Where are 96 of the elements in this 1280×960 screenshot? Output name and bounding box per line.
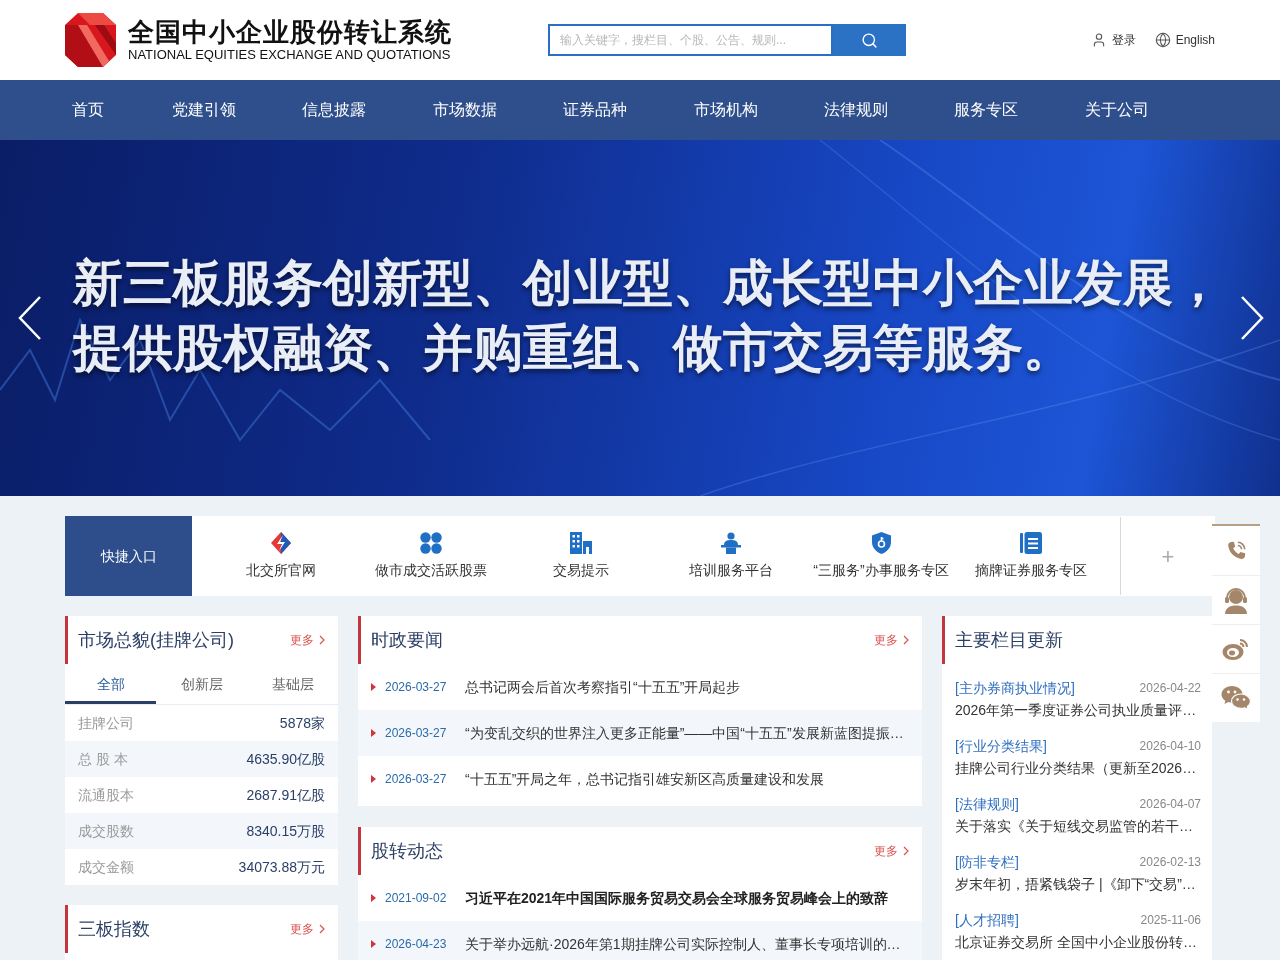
nav-link[interactable]: 信息披露 (302, 98, 433, 122)
stat-label: 挂牌公司 (78, 713, 134, 733)
news-date: 2026-03-27 (385, 771, 448, 788)
globe-icon (1154, 32, 1171, 48)
panel-title: 时政要闻 (371, 628, 443, 652)
stat-label: 流通股本 (78, 785, 134, 805)
panel-title: 三板指数 (78, 917, 150, 941)
news-title: 总书记两会后首次考察指引“十五五”开局起步 (465, 677, 741, 697)
chevron-left-icon[interactable] (18, 295, 42, 341)
update-title[interactable]: 岁末年初，捂紧钱袋子 |《卸下“交易”… (955, 874, 1201, 894)
quick-link[interactable]: 摘牌证券服务专区 (956, 516, 1106, 596)
news-title: “为变乱交织的世界注入更多正能量”——中国“十五五”发展新蓝图提振… (465, 723, 904, 743)
nav-link[interactable]: 市场机构 (693, 98, 824, 122)
news-title: 关于举办远航·2026年第1期挂牌公司实际控制人、董事长专项培训的… (465, 934, 901, 954)
quick-link[interactable]: 培训服务平台 (656, 516, 806, 596)
category-link[interactable]: [防非专栏] (955, 851, 1019, 873)
more-link[interactable]: 更多 (290, 920, 325, 938)
news-date: 2026-04-23 (385, 936, 448, 953)
headset-person-icon (1222, 586, 1250, 614)
presenter-icon (721, 531, 741, 554)
news-date: 2026-03-27 (385, 679, 448, 696)
triangle-icon (371, 894, 376, 902)
stat-value: 5878家 (279, 713, 325, 733)
phone-icon (1225, 539, 1247, 562)
language-link[interactable]: English (1154, 31, 1215, 49)
tab[interactable]: 创新层 (156, 664, 247, 704)
update-date: 2025-11-06 (1140, 912, 1201, 929)
triangle-icon (371, 940, 376, 948)
tab[interactable]: 基础层 (247, 664, 338, 704)
site-title: 全国中小企业股份转让系统 (128, 17, 452, 47)
nav-link[interactable]: 党建引领 (172, 98, 303, 122)
quick-link[interactable]: 做市成交活跃股票 (356, 516, 506, 596)
diamond-logo-icon (271, 531, 291, 554)
search-icon (861, 31, 878, 49)
four-circles-icon (420, 531, 442, 554)
panel-title: 股转动态 (371, 839, 443, 863)
chevron-right-icon (319, 635, 325, 645)
stat-value: 2687.91亿股 (246, 785, 325, 805)
eye-logo-icon (1222, 637, 1250, 661)
category-link[interactable]: [人才招聘] (955, 909, 1019, 931)
quick-link[interactable]: 北交所官网 (206, 516, 356, 596)
stat-value: 34073.88万元 (238, 857, 325, 877)
nav-link[interactable]: 服务专区 (954, 98, 1085, 122)
triangle-icon (371, 775, 376, 783)
news-title: “十五五”开局之年，总书记指引雄安新区高质量建设和发展 (465, 769, 825, 789)
triangle-icon (371, 683, 376, 691)
stat-label: 成交金额 (78, 857, 134, 877)
news-row[interactable]: 2026-03-27 “为变乱交织的世界注入更多正能量”——中国“十五五”发展新蓝图提振… (358, 710, 922, 756)
nav-link[interactable]: 关于公司 (1084, 98, 1215, 122)
chevron-right-icon[interactable] (1240, 295, 1264, 341)
search-field[interactable]: 输入关键字，搜栏目、个股、公告、规则... (548, 24, 833, 56)
nav-link[interactable]: 法律规则 (823, 98, 955, 122)
chevron-right-icon (319, 924, 325, 934)
panel-title: 主要栏目更新 (955, 628, 1063, 652)
document-icon (1020, 531, 1042, 554)
stat-label: 成交股数 (78, 821, 134, 841)
stat-value: 4635.90亿股 (246, 749, 325, 769)
triangle-icon (371, 729, 376, 737)
category-link[interactable]: [主办券商执业情况] (955, 677, 1075, 699)
search-button[interactable] (833, 24, 906, 56)
update-date: 2026-04-22 (1139, 680, 1201, 697)
buildings-icon (570, 531, 592, 554)
login-link[interactable]: 登录 (1090, 31, 1136, 49)
octagon-logo-icon (65, 13, 116, 67)
category-link[interactable]: [法律规则] (955, 793, 1019, 815)
news-date: 2021-09-02 (385, 890, 448, 907)
chevron-right-icon (903, 846, 909, 856)
update-title[interactable]: 2026年第一季度证券公司执业质量评… (955, 700, 1201, 720)
shield-icon (871, 531, 891, 554)
nav-link[interactable]: 首页 (72, 98, 173, 122)
nav-link[interactable]: 证券品种 (563, 98, 694, 122)
update-date: 2026-02-13 (1139, 854, 1201, 871)
quick-entry-label: 快捷入口 (65, 516, 192, 596)
update-date: 2026-04-07 (1139, 796, 1201, 813)
panel-title: 市场总貌(挂牌公司) (78, 628, 234, 652)
stat-value: 8340.15万股 (246, 821, 325, 841)
news-date: 2026-03-27 (385, 725, 448, 742)
update-date: 2026-04-10 (1139, 738, 1201, 755)
update-title[interactable]: 关于落实《关于短线交易监管的若干… (955, 816, 1201, 836)
news-title: 习近平在2021年中国国际服务贸易交易会全球服务贸易峰会上的致辞 (465, 888, 889, 908)
banner-headline: 提供股权融资、并购重组、做市交易等服务。 (73, 319, 1073, 378)
stat-label: 总 股 本 (78, 749, 128, 769)
more-link[interactable]: 更多 (874, 631, 909, 649)
quick-link[interactable]: 交易提示 (506, 516, 656, 596)
more-link[interactable]: 更多 (874, 842, 909, 860)
chevron-right-icon (903, 635, 909, 645)
update-title[interactable]: 挂牌公司行业分类结果（更新至2026… (955, 758, 1201, 778)
update-title[interactable]: 北京证券交易所 全国中小企业股份转… (955, 932, 1201, 952)
quick-link[interactable]: “三服务”办事服务专区 (806, 516, 956, 596)
news-row[interactable]: 2026-04-23 关于举办远航·2026年第1期挂牌公司实际控制人、董事长专项培训的… (358, 921, 922, 960)
more-link[interactable]: 更多 (290, 631, 325, 649)
category-link[interactable]: [行业分类结果] (955, 735, 1047, 757)
banner-headline: 新三板服务创新型、创业型、成长型中小企业发展， (73, 254, 1223, 313)
nav-link[interactable]: 市场数据 (432, 98, 564, 122)
site-subtitle: NATIONAL EQUITIES EXCHANGE AND QUOTATIONS (128, 47, 452, 63)
chat-bubbles-icon (1221, 685, 1251, 711)
